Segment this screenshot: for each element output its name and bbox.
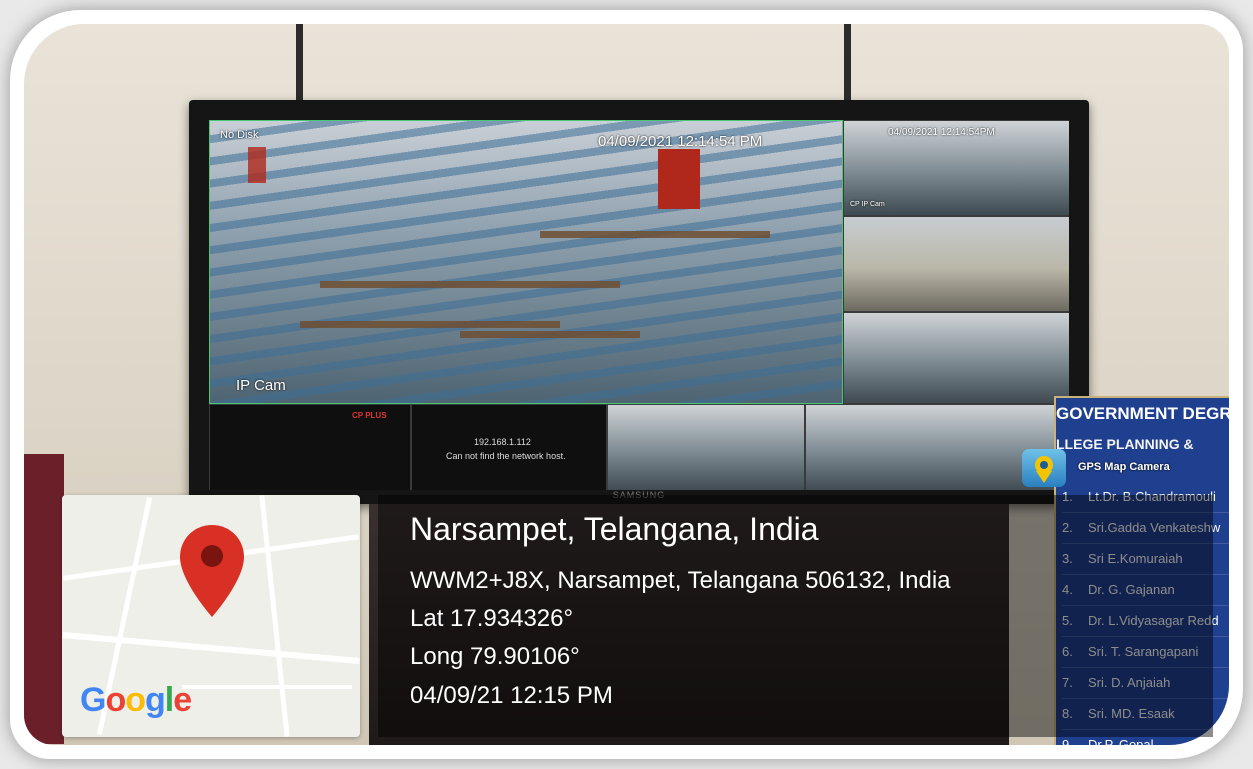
gps-app-badge: GPS Map Camera <box>1022 449 1238 487</box>
map-road <box>62 632 360 664</box>
desk-row <box>540 231 770 238</box>
map-thumbnail[interactable]: Google Google <box>62 495 360 737</box>
gps-camera-icon <box>1022 449 1066 487</box>
cctv-screen: No Disk 04/09/2021 12:14:54 PM IP Cam 04… <box>209 120 1069 490</box>
camera-feed-hallway <box>607 404 805 490</box>
camera-feed-offline: 192.168.1.112 Can not find the network h… <box>411 404 607 490</box>
chair <box>24 454 64 744</box>
capture-datetime: 04/09/21 12:15 PM <box>410 682 613 709</box>
desk-row <box>460 331 640 338</box>
camera-feed-classroom <box>843 312 1069 404</box>
side-feed-timestamp: 04/09/2021 12:14:54PM <box>888 127 995 138</box>
location-pin-icon <box>180 525 244 617</box>
map-road <box>259 495 290 737</box>
disk-status: No Disk <box>220 129 259 141</box>
gps-app-label: GPS Map Camera <box>1078 461 1170 473</box>
offline-message: Can not find the network host. <box>446 451 566 461</box>
camera-feed-lab <box>843 216 1069 312</box>
signal-cable <box>844 24 851 104</box>
camera-feed-corridor: 04/09/2021 12:14:54PM CP IP Cam <box>843 120 1069 216</box>
longitude: Long 79.90106° <box>410 643 580 670</box>
map-road <box>182 685 352 689</box>
location-title: Narsampet, Telangana, India <box>410 511 819 547</box>
desk-row <box>300 321 560 328</box>
main-feed-camera-label: IP Cam <box>236 377 286 394</box>
power-cable <box>296 24 303 104</box>
main-feed-timestamp: 04/09/2021 12:14:54 PM <box>598 133 763 150</box>
desk-row <box>320 281 620 288</box>
google-logo: Google <box>80 681 192 719</box>
cctv-monitor: No Disk 04/09/2021 12:14:54 PM IP Cam 04… <box>189 100 1089 504</box>
red-curtain <box>658 149 700 209</box>
main-camera-feed: No Disk 04/09/2021 12:14:54 PM IP Cam <box>209 120 843 404</box>
offline-ip: 192.168.1.112 <box>474 437 531 447</box>
location-info-panel: Narsampet, Telangana, India WWM2+J8X, Na… <box>378 495 1213 737</box>
red-cloth <box>248 147 266 183</box>
latitude: Lat 17.934326° <box>410 605 574 632</box>
camera-feed-empty: CP PLUS <box>209 404 411 490</box>
side-feed-camera-label: CP IP Cam <box>850 201 885 208</box>
location-address: WWM2+J8X, Narsampet, Telangana 506132, I… <box>410 567 951 594</box>
brand-watermark: CP PLUS <box>352 411 387 420</box>
board-heading: GOVERNMENT DEGR <box>1056 404 1229 423</box>
